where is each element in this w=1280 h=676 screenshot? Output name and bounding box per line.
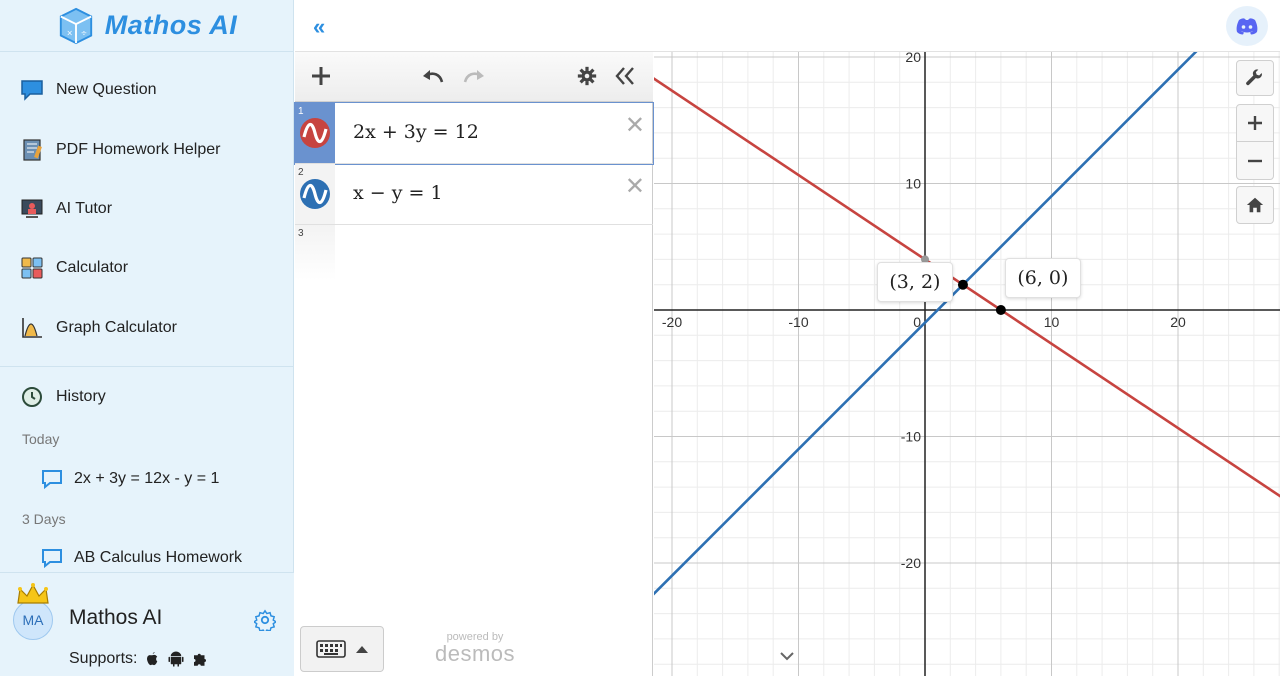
undo-icon[interactable] xyxy=(420,65,446,87)
nav-calculator[interactable]: Calculator xyxy=(20,253,280,283)
expression-math[interactable]: x − y = 1 xyxy=(353,182,443,204)
zoom-in-plus-icon xyxy=(1248,116,1262,130)
nav-label: Graph Calculator xyxy=(56,319,177,336)
graph-canvas[interactable]: -20 -10 0 10 20 20 10 -10 -20 (3, 2) (6, 0) xyxy=(654,52,1280,676)
point-coordinate-label[interactable]: (6, 0) xyxy=(1004,258,1081,298)
zoom-out-button[interactable] xyxy=(1237,142,1273,179)
y-tick-label: 10 xyxy=(905,176,921,192)
tutor-icon xyxy=(20,197,44,221)
history-group-heading: Today xyxy=(22,431,60,447)
crown-icon xyxy=(17,583,49,604)
zoom-out-minus-icon xyxy=(1248,159,1262,162)
add-expression-plus-icon[interactable] xyxy=(310,65,332,87)
x-tick-label: -20 xyxy=(662,314,682,330)
graph-settings-button[interactable] xyxy=(1236,60,1274,96)
redo-icon[interactable] xyxy=(461,65,487,87)
sidebar: × ÷ Mathos AI New Question PDF Homework … xyxy=(0,0,294,676)
history-item[interactable]: AB Calculus Homework xyxy=(40,547,242,569)
graph-visibility-icon[interactable] xyxy=(299,117,331,149)
delete-expression-icon[interactable]: ✕ xyxy=(625,172,645,201)
svg-text:÷: ÷ xyxy=(81,28,87,37)
desmos-logo-text: desmos xyxy=(434,641,516,666)
chat-bubble-icon xyxy=(20,78,44,102)
y-tick-label: -20 xyxy=(901,555,921,571)
expression-toolbar xyxy=(295,52,653,102)
y-tick-label: 20 xyxy=(905,52,921,65)
wrench-icon xyxy=(1246,69,1262,86)
calculator-icon xyxy=(20,256,44,280)
nav-graph-calculator[interactable]: Graph Calculator xyxy=(20,313,280,343)
x-tick-label: -10 xyxy=(788,314,808,330)
poi-point xyxy=(957,279,968,290)
expression-number: 2 xyxy=(298,167,304,178)
divider xyxy=(0,366,294,367)
expression-row[interactable]: 1 2x + 3y = 12 ✕ xyxy=(294,102,654,165)
graph-icon xyxy=(20,316,44,340)
supports-label: Supports: xyxy=(69,650,138,667)
zoom-controls xyxy=(1236,104,1274,180)
nav-label: New Question xyxy=(56,81,157,98)
brand[interactable]: × ÷ Mathos AI xyxy=(0,0,294,52)
expression-row[interactable]: 2 x − y = 1 ✕ xyxy=(295,164,653,225)
apple-icon xyxy=(147,652,158,666)
nav-label: Calculator xyxy=(56,259,129,276)
mathos-logo-icon: × ÷ xyxy=(59,7,92,44)
expression-gutter: 2 xyxy=(295,164,335,224)
supports-row: Supports: xyxy=(69,650,209,668)
nav-label: AI Tutor xyxy=(56,200,113,217)
chat-outline-icon xyxy=(42,549,62,569)
nav-pdf-homework-helper[interactable]: PDF Homework Helper xyxy=(20,135,280,165)
nav-label: PDF Homework Helper xyxy=(56,141,221,158)
zoom-in-button[interactable] xyxy=(1237,105,1273,143)
home-icon xyxy=(1246,197,1264,213)
delete-expression-icon[interactable]: ✕ xyxy=(625,111,645,140)
expression-math[interactable]: 2x + 3y = 12 xyxy=(353,121,479,143)
collapse-expressions-icon[interactable] xyxy=(614,65,636,87)
history-icon xyxy=(20,385,44,409)
x-tick-label: 20 xyxy=(1170,314,1186,330)
history-item[interactable]: 2x + 3y = 12x - y = 1 xyxy=(40,468,219,490)
y-tick-label: -10 xyxy=(901,429,921,445)
point-coordinate-label[interactable]: (3, 2) xyxy=(876,261,953,302)
collapse-sidebar-button[interactable]: « xyxy=(313,14,325,40)
poi-point xyxy=(995,305,1006,315)
chat-outline-icon xyxy=(42,470,62,490)
svg-text:×: × xyxy=(66,28,72,37)
history-group-heading: 3 Days xyxy=(22,511,66,527)
nav-new-question[interactable]: New Question xyxy=(20,75,280,105)
extension-puzzle-icon xyxy=(194,653,207,666)
avatar[interactable]: MA xyxy=(13,600,53,640)
default-viewport-button[interactable] xyxy=(1236,186,1274,224)
user-panel: MA Mathos AI Supports: xyxy=(0,572,294,676)
expression-number: 1 xyxy=(298,106,304,117)
graph-visibility-icon[interactable] xyxy=(299,178,331,210)
expression-gutter: 1 xyxy=(295,103,335,163)
discord-icon xyxy=(1236,18,1258,35)
powered-by-desmos: powered by desmos xyxy=(430,631,520,665)
notebook-icon xyxy=(20,138,44,162)
keyboard-icon xyxy=(316,640,346,658)
history-label: History xyxy=(56,388,106,405)
discord-button[interactable] xyxy=(1226,6,1268,46)
keypad-toggle-button[interactable] xyxy=(300,626,384,672)
user-name: Mathos AI xyxy=(69,606,163,629)
android-icon xyxy=(168,651,184,667)
chevron-down-icon[interactable] xyxy=(779,650,795,662)
nav-history[interactable]: History xyxy=(20,382,280,412)
graph-settings-gear-icon[interactable] xyxy=(576,65,598,87)
expression-gutter: 3 xyxy=(295,225,335,280)
nav-ai-tutor[interactable]: AI Tutor xyxy=(20,194,280,224)
settings-gear-icon[interactable] xyxy=(254,609,276,631)
caret-up-icon xyxy=(356,646,368,653)
expression-row-empty[interactable]: 3 xyxy=(295,225,653,280)
expression-number: 3 xyxy=(298,228,304,239)
expression-panel: 1 2x + 3y = 12 ✕ 2 x − y = 1 ✕ 3 powered… xyxy=(294,52,654,676)
history-item-label: 2x + 3y = 12x - y = 1 xyxy=(74,470,220,487)
x-tick-label: 10 xyxy=(1044,314,1060,330)
brand-name: Mathos AI xyxy=(104,10,238,40)
top-bar: « xyxy=(295,0,1280,52)
graph-svg[interactable]: -20 -10 0 10 202010-10-20 xyxy=(654,52,1280,676)
history-item-label: AB Calculus Homework xyxy=(74,549,243,566)
